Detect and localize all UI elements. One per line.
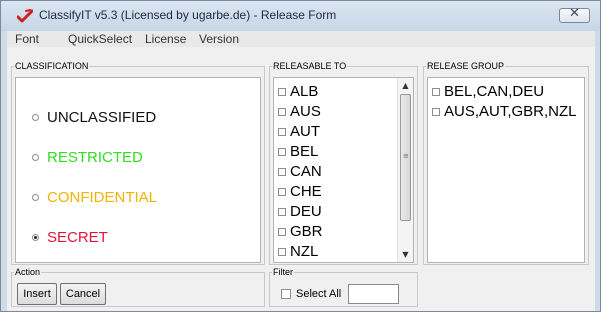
list-item-label: BEL,CAN,DEU bbox=[444, 83, 545, 100]
menu-quickselect[interactable]: QuickSelect bbox=[68, 31, 132, 47]
list-item[interactable]: GBR bbox=[278, 223, 323, 240]
select-all-checkbox[interactable]: Select All bbox=[281, 288, 341, 300]
releasable-to-legend: RELEASABLE TO bbox=[273, 61, 347, 71]
checkbox[interactable] bbox=[278, 227, 286, 236]
menu-version[interactable]: Version bbox=[199, 31, 239, 47]
checkbox[interactable] bbox=[278, 107, 286, 116]
release-group-list[interactable]: BEL,CAN,DEU AUS,AUT,GBR,NZL bbox=[427, 77, 585, 263]
checkbox[interactable] bbox=[278, 147, 286, 156]
list-item-label: CAN bbox=[290, 163, 322, 180]
radio-label-restricted: RESTRICTED bbox=[47, 149, 143, 166]
radio-unclassified[interactable]: UNCLASSIFIED bbox=[32, 109, 156, 126]
checkbox[interactable] bbox=[278, 127, 286, 136]
classification-panel: UNCLASSIFIED RESTRICTED CONFIDENTIAL SEC… bbox=[15, 77, 261, 263]
cancel-button[interactable]: Cancel bbox=[60, 283, 106, 305]
list-item-label: GBR bbox=[290, 223, 323, 240]
checkbox[interactable] bbox=[278, 207, 286, 216]
release-group-legend: RELEASE GROUP bbox=[427, 61, 505, 71]
releasable-to-list[interactable]: ALB AUS AUT BEL CAN CHE DEU GBR NZL ▲ ≡ … bbox=[273, 77, 414, 263]
radio-button[interactable] bbox=[32, 234, 39, 241]
classification-legend: CLASSIFICATION bbox=[15, 61, 89, 71]
checkmark-logo-icon bbox=[17, 9, 33, 23]
list-item[interactable]: CAN bbox=[278, 163, 322, 180]
grip-icon: ≡ bbox=[403, 152, 409, 160]
list-item[interactable]: BEL,CAN,DEU bbox=[432, 83, 544, 100]
list-item-label: AUS bbox=[290, 103, 321, 120]
checkbox[interactable] bbox=[278, 167, 286, 176]
list-item[interactable]: ALB bbox=[278, 83, 318, 100]
checkbox[interactable] bbox=[278, 247, 286, 256]
list-item-label: BEL bbox=[290, 143, 319, 160]
list-item[interactable]: NZL bbox=[278, 243, 318, 260]
list-item-label: CHE bbox=[290, 183, 322, 200]
radio-button[interactable] bbox=[32, 194, 39, 201]
insert-button[interactable]: Insert bbox=[17, 283, 57, 305]
checkbox[interactable] bbox=[281, 289, 291, 299]
menu-license[interactable]: License bbox=[145, 31, 186, 47]
form-content: CLASSIFICATION UNCLASSIFIED RESTRICTED C… bbox=[7, 47, 595, 311]
list-item[interactable]: AUS,AUT,GBR,NZL bbox=[432, 103, 577, 120]
list-item-label: AUS,AUT,GBR,NZL bbox=[444, 103, 577, 120]
list-item-label: NZL bbox=[290, 243, 319, 260]
radio-restricted[interactable]: RESTRICTED bbox=[32, 149, 143, 166]
checkbox[interactable] bbox=[432, 107, 440, 116]
menu-font[interactable]: Font bbox=[15, 31, 39, 47]
releasable-to-scrollbar[interactable]: ▲ ≡ ▼ bbox=[397, 78, 413, 262]
scroll-down-icon[interactable]: ▼ bbox=[398, 250, 413, 259]
list-item[interactable]: CHE bbox=[278, 183, 322, 200]
radio-secret[interactable]: SECRET bbox=[32, 229, 108, 246]
radio-button[interactable] bbox=[32, 114, 39, 121]
main-window: ClassifyIT v5.3 (Licensed by ugarbe.de) … bbox=[0, 0, 601, 312]
filter-input[interactable] bbox=[348, 284, 399, 304]
list-item-label: ALB bbox=[290, 83, 319, 100]
radio-button[interactable] bbox=[32, 154, 39, 161]
list-item[interactable]: DEU bbox=[278, 203, 322, 220]
list-item[interactable]: BEL bbox=[278, 143, 318, 160]
checkbox[interactable] bbox=[278, 87, 286, 96]
checkbox[interactable] bbox=[432, 87, 440, 96]
menu-bar: Font QuickSelect License Version bbox=[7, 31, 595, 47]
radio-label-unclassified: UNCLASSIFIED bbox=[47, 109, 157, 126]
window-title: ClassifyIT v5.3 (Licensed by ugarbe.de) … bbox=[39, 8, 337, 22]
list-item[interactable]: AUS bbox=[278, 103, 321, 120]
radio-confidential[interactable]: CONFIDENTIAL bbox=[32, 189, 157, 206]
close-icon: ✕ bbox=[569, 6, 580, 21]
close-button[interactable]: ✕ bbox=[559, 6, 590, 23]
scroll-up-icon[interactable]: ▲ bbox=[398, 81, 413, 90]
scroll-thumb[interactable]: ≡ bbox=[400, 94, 411, 221]
select-all-label: Select All bbox=[296, 288, 342, 300]
title-bar[interactable]: ClassifyIT v5.3 (Licensed by ugarbe.de) … bbox=[1, 1, 600, 31]
list-item-label: DEU bbox=[290, 203, 322, 220]
radio-label-confidential: CONFIDENTIAL bbox=[47, 189, 158, 206]
radio-label-secret: SECRET bbox=[47, 229, 108, 246]
action-legend: Action bbox=[15, 267, 41, 277]
checkbox[interactable] bbox=[278, 187, 286, 196]
list-item[interactable]: AUT bbox=[278, 123, 320, 140]
list-item-label: AUT bbox=[290, 123, 320, 140]
filter-legend: Filter bbox=[273, 267, 293, 277]
